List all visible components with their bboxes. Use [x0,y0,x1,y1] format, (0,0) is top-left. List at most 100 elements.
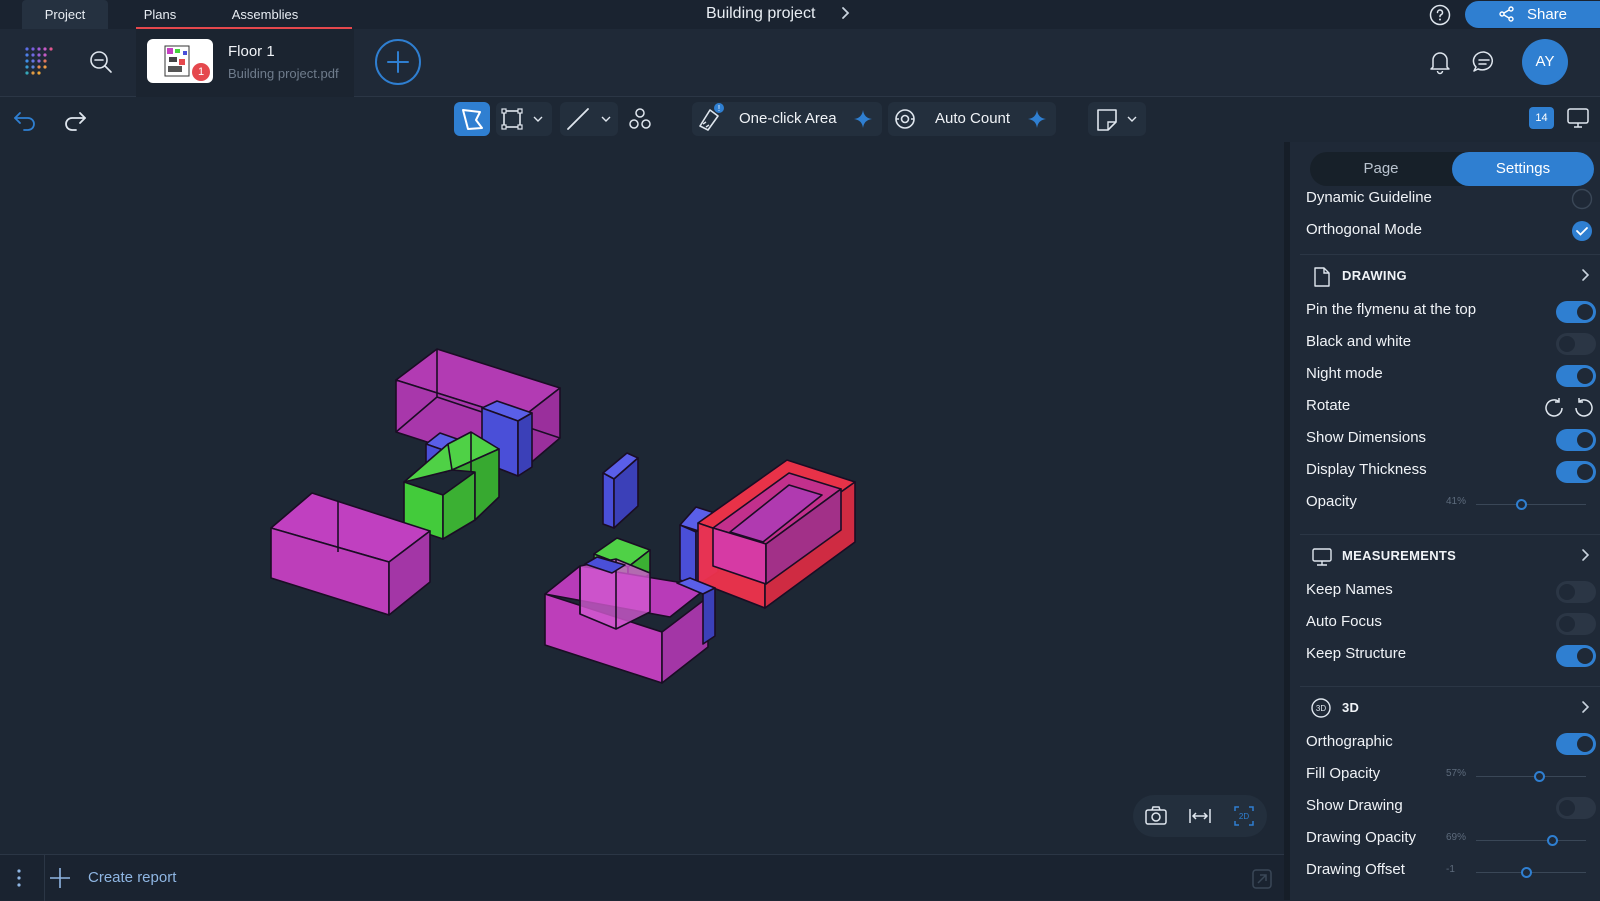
sparkle-icon [854,110,872,128]
tab-assemblies[interactable]: Assemblies [222,0,308,29]
svg-text:!: ! [718,104,720,113]
toggle-orthographic[interactable] [1556,733,1596,755]
slider-track[interactable] [1476,840,1586,841]
setting-rotate: Rotate [1306,394,1596,420]
camera-icon[interactable] [1143,803,1169,829]
auto-count-icon [895,109,915,129]
room-red[interactable] [697,459,856,609]
toggle-black-and-white[interactable] [1556,333,1596,355]
top-bar: Project Plans Assemblies Building projec… [0,0,1600,30]
undo-icon[interactable] [12,106,38,132]
tab-page[interactable]: Page [1310,152,1452,186]
setting-label: Keep Structure [1306,645,1407,662]
3d-canvas[interactable] [0,142,1284,854]
slider-opacity[interactable]: 41% [1446,493,1596,515]
toggle-keep-structure[interactable] [1556,645,1596,667]
bell-icon[interactable] [1427,49,1453,75]
section-drawing[interactable]: DRAWING [1300,254,1600,294]
toggle-display-thickness[interactable] [1556,461,1596,483]
slider-value: 41% [1446,496,1467,507]
toggle-keep-names[interactable] [1556,581,1596,603]
one-click-area-label: One-click Area [739,110,837,127]
help-icon[interactable] [1429,4,1451,26]
share-icon [1499,6,1514,22]
plus-icon[interactable] [48,866,72,890]
setting-orthographic: Orthographic [1306,730,1596,756]
svg-text:2D: 2D [1239,812,1249,821]
pillar-blue-center[interactable] [602,452,639,529]
chevron-right-icon[interactable] [1576,698,1594,716]
3d-model-view[interactable] [0,142,1284,854]
slider-handle[interactable] [1520,867,1532,878]
slider-handle[interactable] [1533,771,1545,782]
setting-show-drawing: Show Drawing [1306,794,1596,820]
setting-label: Orthographic [1306,733,1393,750]
slider-track[interactable] [1476,504,1586,505]
tab-project[interactable]: Project [22,0,108,29]
chevron-right-icon[interactable] [1576,546,1594,564]
setting-show-dimensions: Show Dimensions [1306,426,1596,452]
toggle-night-mode[interactable] [1556,365,1596,387]
setting-fill-opacity: Fill Opacity 57% [1306,762,1596,788]
chat-icon[interactable] [1471,49,1497,75]
tab-settings[interactable]: Settings [1452,152,1594,186]
plan-card[interactable]: 1 Floor 1 Building project.pdf [136,29,354,97]
toggle-knob [1559,616,1575,632]
toggle-pin-the-flymenu-at-the-top[interactable] [1556,301,1596,323]
more-vertical-icon[interactable] [12,867,26,889]
plan-badge: 1 [192,63,210,81]
expand-icon[interactable] [1250,867,1274,891]
count-tool-icon[interactable] [627,106,653,132]
panel-tab-switch: Page Settings [1310,152,1594,186]
chevron-right-icon[interactable] [836,4,854,22]
fit-width-icon[interactable] [1187,803,1213,829]
apps-grid-icon[interactable] [23,45,55,77]
rectangle-tool-button[interactable] [496,102,552,136]
section-3d[interactable]: 3D 3D [1300,686,1600,726]
create-report-button[interactable]: Create report [88,869,176,886]
checkbox-checked-icon[interactable] [1570,219,1594,243]
slider-value: -1 [1446,864,1455,875]
plan-file: Building project.pdf [228,66,339,81]
toggle-show-drawing[interactable] [1556,797,1596,819]
setting-dynamic-guideline: Dynamic Guideline [1306,186,1596,212]
share-button[interactable]: Share [1465,1,1600,28]
line-tool-button[interactable] [560,102,618,136]
setting-black-and-white: Black and white [1306,330,1596,356]
section-measurements[interactable]: MEASUREMENTS [1300,534,1600,574]
avatar[interactable]: AY [1522,39,1568,85]
slider-handle[interactable] [1546,835,1558,846]
zoom-out-icon[interactable] [88,49,114,75]
setting-label: Display Thickness [1306,461,1427,478]
slider-fill-opacity[interactable]: 57% [1446,765,1596,787]
chevron-right-icon[interactable] [1576,266,1594,284]
setting-label: Show Drawing [1306,797,1403,814]
setting-keep-structure: Keep Structure [1306,642,1596,668]
setting-auto-focus: Auto Focus [1306,610,1596,636]
polygon-tool-button[interactable] [454,102,490,136]
slider-drawing-opacity[interactable]: 69% [1446,829,1596,851]
slider-track[interactable] [1476,776,1586,777]
rotate-icons[interactable] [1544,396,1596,420]
auto-count-label: Auto Count [935,110,1011,127]
note-tool-button[interactable] [1088,102,1146,136]
toggle-show-dimensions[interactable] [1556,429,1596,451]
setting-label: Pin the flymenu at the top [1306,301,1477,318]
redo-icon[interactable] [62,106,88,132]
section-title: DRAWING [1342,268,1407,283]
slider-drawing-offset[interactable]: -1 [1446,861,1596,883]
slider-handle[interactable] [1516,499,1528,510]
checkbox-empty-icon[interactable] [1570,187,1594,211]
monitor-icon[interactable] [1565,105,1591,131]
setting-label: Keep Names [1306,581,1393,598]
project-title[interactable]: Building project [706,5,815,23]
2d-view-icon[interactable]: 2D [1231,803,1257,829]
tab-plans[interactable]: Plans [136,0,184,29]
room-green-top[interactable] [403,431,500,540]
toggle-auto-focus[interactable] [1556,613,1596,635]
sticky-note-icon [1097,109,1137,131]
add-plan-button[interactable] [375,39,421,85]
monitor-icon [1312,548,1332,566]
toggle-knob [1577,736,1593,752]
layers-count-badge[interactable]: 14 [1529,107,1554,129]
